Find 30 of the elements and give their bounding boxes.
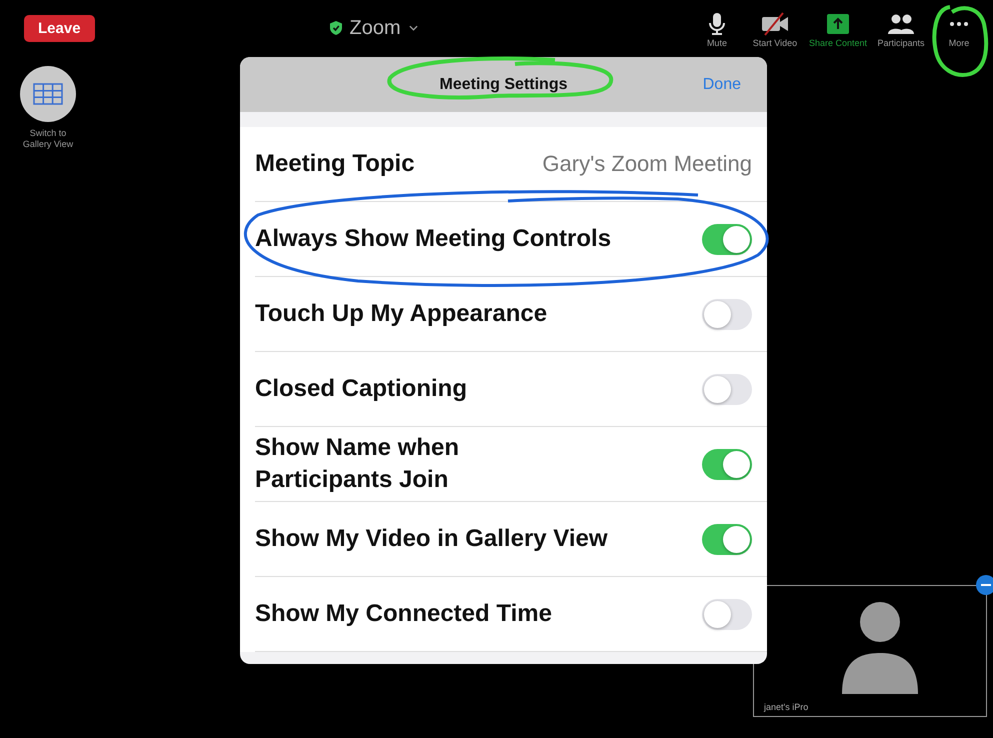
toggle-switch[interactable] — [702, 224, 752, 254]
toggle-switch[interactable] — [702, 598, 752, 630]
gallery-view-label: Switch to Gallery View — [22, 128, 74, 150]
setting-label: Closed Captioning — [255, 375, 467, 403]
setting-label: Always Show Meeting Controls — [255, 225, 612, 253]
setting-label: Touch Up My Appearance — [255, 300, 548, 328]
toggle-switch[interactable] — [702, 448, 752, 480]
share-content-button[interactable]: Share Content — [804, 12, 871, 48]
toggle-switch[interactable] — [702, 298, 752, 330]
meeting-title[interactable]: Zoom — [350, 16, 401, 40]
mute-button[interactable]: Mute — [688, 12, 745, 48]
setting-label: Show My Connected Time — [255, 600, 552, 628]
setting-label: Show Name when Participants Join — [255, 433, 460, 495]
setting-label: Meeting Topic — [255, 150, 415, 178]
person-silhouette-icon — [842, 602, 918, 694]
people-icon[interactable] — [887, 12, 915, 36]
shield-icon — [330, 21, 342, 35]
chevron-down-icon[interactable] — [408, 25, 418, 31]
panel-title: Meeting Settings — [439, 76, 568, 94]
participant-name: janet's iPro — [764, 702, 808, 712]
setting-value[interactable]: Gary's Zoom Meeting — [542, 151, 752, 177]
video-off-icon[interactable] — [760, 12, 789, 36]
minimize-icon[interactable] — [976, 575, 993, 595]
toggle-switch[interactable] — [702, 374, 752, 404]
participants-button[interactable]: Participants — [873, 12, 929, 48]
setting-label: Show My Video in Gallery View — [255, 525, 608, 553]
more-button[interactable]: More — [931, 12, 987, 48]
toggle-switch[interactable] — [702, 524, 752, 554]
start-video-button[interactable]: Start Video — [746, 12, 803, 48]
leave-button[interactable]: Leave — [24, 14, 95, 42]
